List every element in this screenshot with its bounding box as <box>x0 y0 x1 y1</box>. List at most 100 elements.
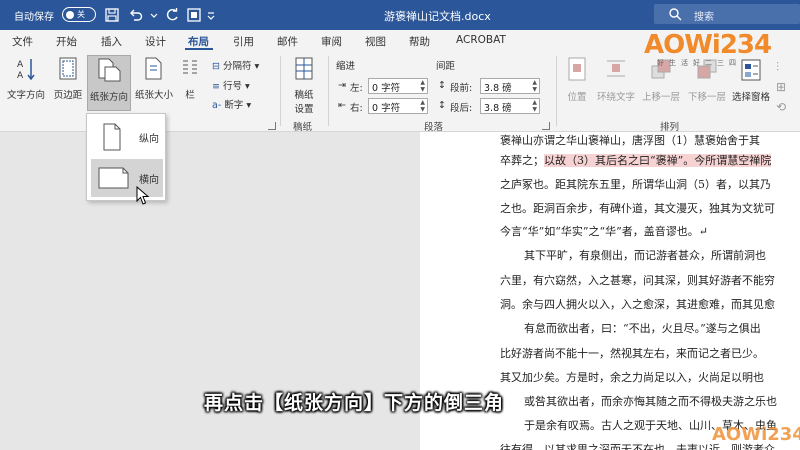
touch-mode-icon[interactable] <box>186 7 202 23</box>
group-objects-icon[interactable]: ⊞ <box>776 80 786 94</box>
orientation-portrait-option[interactable]: 纵向 <box>91 118 163 156</box>
undo-dropdown-icon[interactable] <box>150 7 158 23</box>
paper-size-label: 纸张大小 <box>134 90 173 101</box>
spinner-arrows-icon[interactable]: ▲ ▼ <box>420 79 425 93</box>
indent-right-input[interactable]: 0 字符 ▲ ▼ <box>368 98 428 114</box>
margins-icon <box>59 57 77 80</box>
tab-design[interactable]: 设计 <box>145 34 166 49</box>
manuscript-icon <box>295 57 313 80</box>
line-numbers-label: 行号 <box>223 81 243 92</box>
document-line: 或咎其欲出者，而余亦悔其随之而不得极夫游之乐也 <box>524 393 777 409</box>
text-direction-button[interactable]: A A 文字方向 <box>4 56 48 108</box>
space-after-label: 段后: <box>450 103 473 114</box>
group-separator <box>280 56 281 126</box>
document-line: 今言“华”如“华实”之“华”者，盖音谬也。↵ <box>500 223 708 239</box>
toggle-knob <box>66 11 74 19</box>
line-text: 六里，有穴窈然，入之甚寒，问其深，则其好游者不能穷 <box>500 274 775 287</box>
autosave-toggle[interactable]: 关 <box>62 7 96 22</box>
document-title: 游褒禅山记文档.docx <box>384 10 491 23</box>
document-line: 洞。余与四人拥火以入，入之愈深，其进愈难，而其见愈 <box>500 296 775 312</box>
undo-icon[interactable] <box>128 7 144 23</box>
space-before-input[interactable]: 3.8 磅 ▲ ▼ <box>480 78 540 94</box>
line-numbers-dropdown-icon: ▾ <box>245 81 250 92</box>
tab-review[interactable]: 审阅 <box>321 34 342 49</box>
redo-icon[interactable] <box>164 7 180 23</box>
document-line: 其又加少矣。方是时，余之力尚足以入，火尚足以明也 <box>500 369 764 385</box>
line-text: 褒禅山亦谓之华山褒禅山，唐浮图（1）慧褒始舍于其 <box>500 134 760 147</box>
paragraph-dialog-launcher[interactable] <box>542 122 550 130</box>
margins-label: 页边距 <box>53 90 83 101</box>
indent-left-value: 0 字符 <box>372 83 401 94</box>
tab-mailings[interactable]: 邮件 <box>277 34 298 49</box>
tab-file[interactable]: 文件 <box>12 34 33 49</box>
position-button[interactable]: 位置 <box>562 56 592 108</box>
tab-help[interactable]: 帮助 <box>409 34 430 49</box>
svg-text:A: A <box>17 60 24 70</box>
group-separator <box>328 56 329 126</box>
arrange-group-label: 排列 <box>660 122 680 133</box>
columns-label: 栏 <box>185 90 195 101</box>
title-bar: 自动保存 关 游褒禅山记文档.docx 搜索 <box>0 0 800 30</box>
orientation-landscape-option[interactable]: 横向 <box>91 159 163 197</box>
paper-size-button[interactable]: 纸张大小 <box>134 56 174 108</box>
space-after-value: 3.8 磅 <box>484 103 512 114</box>
orientation-button[interactable]: 纸张方向 <box>87 55 131 111</box>
paper-size-icon <box>145 57 162 80</box>
wrap-text-button[interactable]: 环绕文字 <box>596 56 636 108</box>
line-numbers-button[interactable]: ≡ 行号 ▾ <box>212 78 250 92</box>
space-before-label: 段前: <box>450 83 473 94</box>
document-line: 其下平旷，有泉侧出，而记游者甚众，所谓前洞也 <box>524 247 766 263</box>
spacing-title: 间距 <box>436 61 456 72</box>
document-line: 褒禅山亦谓之华山褒禅山，唐浮图（1）慧褒始舍于其 <box>500 132 760 148</box>
columns-icon <box>183 60 197 74</box>
group-separator <box>556 56 557 126</box>
active-tab-indicator <box>185 48 213 50</box>
save-icon[interactable] <box>104 7 120 23</box>
breaks-button[interactable]: ⊟ 分隔符 ▾ <box>212 58 259 72</box>
search-icon <box>669 8 682 21</box>
tab-references[interactable]: 引用 <box>233 34 254 49</box>
spinner-arrows-icon[interactable]: ▲ ▼ <box>532 79 537 93</box>
watermark-slogan: 好生活好二三四 <box>657 59 741 67</box>
document-line: 卒葬之；以故（3）其后名之曰“褒禅”。今所谓慧空禅院 <box>500 152 772 168</box>
space-before-value: 3.8 磅 <box>484 83 512 94</box>
svg-text:A: A <box>17 71 24 81</box>
line-text: 其下平旷，有泉侧出，而记游者甚众，所谓前洞也 <box>524 249 766 262</box>
space-after-input[interactable]: 3.8 磅 ▲ ▼ <box>480 98 540 114</box>
space-before-icon: ↕ <box>438 80 446 91</box>
landscape-icon <box>98 167 129 189</box>
manuscript-settings-button[interactable]: 稿纸设置 <box>286 56 322 116</box>
indent-left-input[interactable]: 0 字符 ▲ ▼ <box>368 78 428 94</box>
margins-button[interactable]: 页边距 <box>50 56 86 108</box>
tab-acrobat[interactable]: ACROBAT <box>456 34 506 46</box>
columns-button[interactable]: 栏 <box>178 56 202 108</box>
hyphenation-button[interactable]: a- 断字 ▾ <box>212 97 251 111</box>
align-icon[interactable]: ⫶ <box>776 60 779 75</box>
document-line: 之也。距洞百余步，有碑仆道，其文漫灭，独其为文犹可 <box>500 200 775 216</box>
indent-left-label: 左: <box>350 83 363 94</box>
spinner-arrows-icon[interactable]: ▲ ▼ <box>532 99 537 113</box>
autosave-label: 自动保存 <box>14 12 54 23</box>
tab-home[interactable]: 开始 <box>56 34 77 49</box>
spinner-arrows-icon[interactable]: ▲ ▼ <box>420 99 425 113</box>
paragraph-group-label: 段落 <box>424 122 444 133</box>
wrap-text-label: 环绕文字 <box>596 92 635 103</box>
search-box[interactable]: 搜索 <box>654 4 800 24</box>
line-text: 比好游者尚不能十一，然视其左右，来而记之者已少。 <box>500 347 764 360</box>
document-line: 比好游者尚不能十一，然视其左右，来而记之者已少。 <box>500 345 764 361</box>
page-setup-dialog-launcher[interactable] <box>268 122 276 130</box>
mouse-cursor-icon <box>136 186 150 205</box>
customize-toolbar-icon[interactable] <box>206 7 216 23</box>
watermark-logo-bottom: AOWi234 <box>712 424 800 445</box>
hyphenation-dropdown-icon: ▾ <box>246 100 252 111</box>
rotate-icon[interactable]: ⟲ <box>776 100 786 114</box>
tab-view[interactable]: 视图 <box>365 34 386 49</box>
breaks-dropdown-icon: ▾ <box>254 61 260 72</box>
hyphenation-label: 断字 <box>224 100 244 111</box>
line-text: 洞。余与四人拥火以入，入之愈深，其进愈难，而其见愈 <box>500 298 775 311</box>
tab-insert[interactable]: 插入 <box>101 34 122 49</box>
orientation-dropdown-menu: 纵向 横向 <box>86 113 166 201</box>
document-line: 六里，有穴窈然，入之甚寒，问其深，则其好游者不能穷 <box>500 272 775 288</box>
tab-layout[interactable]: 布局 <box>188 34 209 49</box>
autosave-state: 关 <box>77 10 85 19</box>
